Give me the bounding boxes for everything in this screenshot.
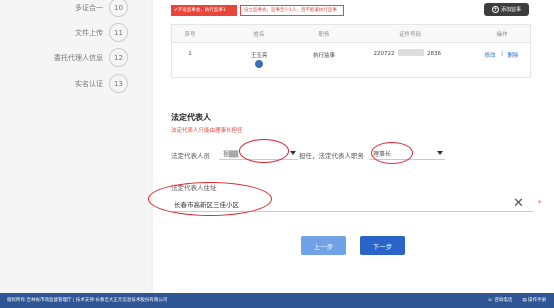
id-redaction — [398, 49, 424, 56]
chevron-down-icon — [437, 151, 443, 155]
plus-circle-icon: + — [491, 6, 499, 13]
copyright-text: 版权所有:吉林省市场监督管理厅 | 技术支持:长春吉大正元信息技术股份有限公司 — [7, 298, 168, 303]
step-label: 多证合一 — [75, 3, 103, 12]
prev-step-button[interactable]: 上一步 — [301, 236, 346, 255]
rep-person-value: 祖▒▒ — [223, 151, 239, 158]
highlight-ellipse — [371, 142, 413, 164]
header-position: 职务 — [318, 32, 330, 38]
delete-link[interactable]: 删除 — [507, 51, 518, 59]
legal-rep-hint: 法定代表人只能由理事长担任 — [171, 128, 243, 134]
supervisor-table: 序号 姓名 职务 证件号码 操作 1 王玉亮 执行监事 220722 2836 … — [171, 24, 531, 78]
chevron-down-icon — [290, 151, 296, 155]
highlight-ellipse — [148, 182, 272, 216]
legal-rep-title: 法定代表人 — [171, 113, 211, 122]
step-number: 13 — [109, 74, 128, 93]
step-12[interactable]: 委托代理人信息 12 — [54, 48, 128, 67]
header-name: 姓名 — [253, 32, 265, 38]
phone-label: 咨询电话 — [494, 298, 513, 303]
footer-bar: 版权所有:吉林省市场监督管理厅 | 技术支持:长春吉大正元信息技术股份有限公司 … — [0, 293, 554, 308]
clear-icon[interactable]: ✕ — [513, 196, 524, 212]
main-form: ✔不设监事会，执行监事1 设立监事会，监事至少1人，且不能兼执行监事 + 添加监… — [148, 0, 554, 293]
step-number: 10 — [109, 0, 128, 17]
step-label: 实名认证 — [75, 79, 103, 88]
highlight-ellipse — [239, 139, 289, 163]
add-supervisor-button[interactable]: + 添加监事 — [484, 3, 529, 16]
row-id-prefix: 220722 — [373, 51, 395, 57]
header-actions: 操作 — [496, 32, 508, 38]
edit-link[interactable]: 修改 — [484, 51, 495, 59]
footer-links: ☏ 咨询电话 ▤ 操作手册 — [487, 297, 546, 303]
row-index: 1 — [188, 51, 192, 57]
supervisor-option-selected[interactable]: ✔不设监事会，执行监事1 — [171, 5, 237, 16]
step-10[interactable]: 多证合一 10 — [75, 0, 128, 17]
row-position: 执行监事 — [312, 53, 336, 59]
required-mark: * — [538, 199, 542, 207]
step-label: 文件上传 — [75, 28, 103, 37]
step-13[interactable]: 实名认证 13 — [75, 74, 128, 93]
manual-link[interactable]: ▤ 操作手册 — [522, 297, 546, 303]
step-label: 委托代理人信息 — [54, 53, 103, 62]
rep-person-label: 法定代表人员 — [171, 152, 210, 160]
add-supervisor-label: 添加监事 — [500, 7, 521, 13]
header-id-number: 证件号码 — [398, 32, 422, 38]
supervisor-option-board[interactable]: 设立监事会，监事至少1人，且不能兼执行监事 — [240, 5, 344, 16]
next-step-button[interactable]: 下一步 — [360, 236, 405, 255]
manual-label: 操作手册 — [528, 298, 546, 303]
step-number: 11 — [109, 23, 128, 42]
phone-link[interactable]: ☏ 咨询电话 — [487, 297, 512, 303]
person-icon — [255, 60, 263, 68]
header-index: 序号 — [184, 32, 196, 38]
step-number: 12 — [109, 48, 128, 67]
step-11[interactable]: 文件上传 11 — [75, 23, 128, 42]
row-id-suffix: 2836 — [427, 51, 441, 57]
table-header: 序号 姓名 职务 证件号码 操作 — [172, 25, 530, 43]
step-sidebar: 多证合一 10 文件上传 11 委托代理人信息 12 实名认证 13 — [0, 0, 150, 293]
rep-role-label: 担任，法定代表人职务 — [299, 152, 364, 160]
action-separator: | — [501, 51, 503, 57]
row-name: 王玉亮 — [250, 53, 268, 59]
